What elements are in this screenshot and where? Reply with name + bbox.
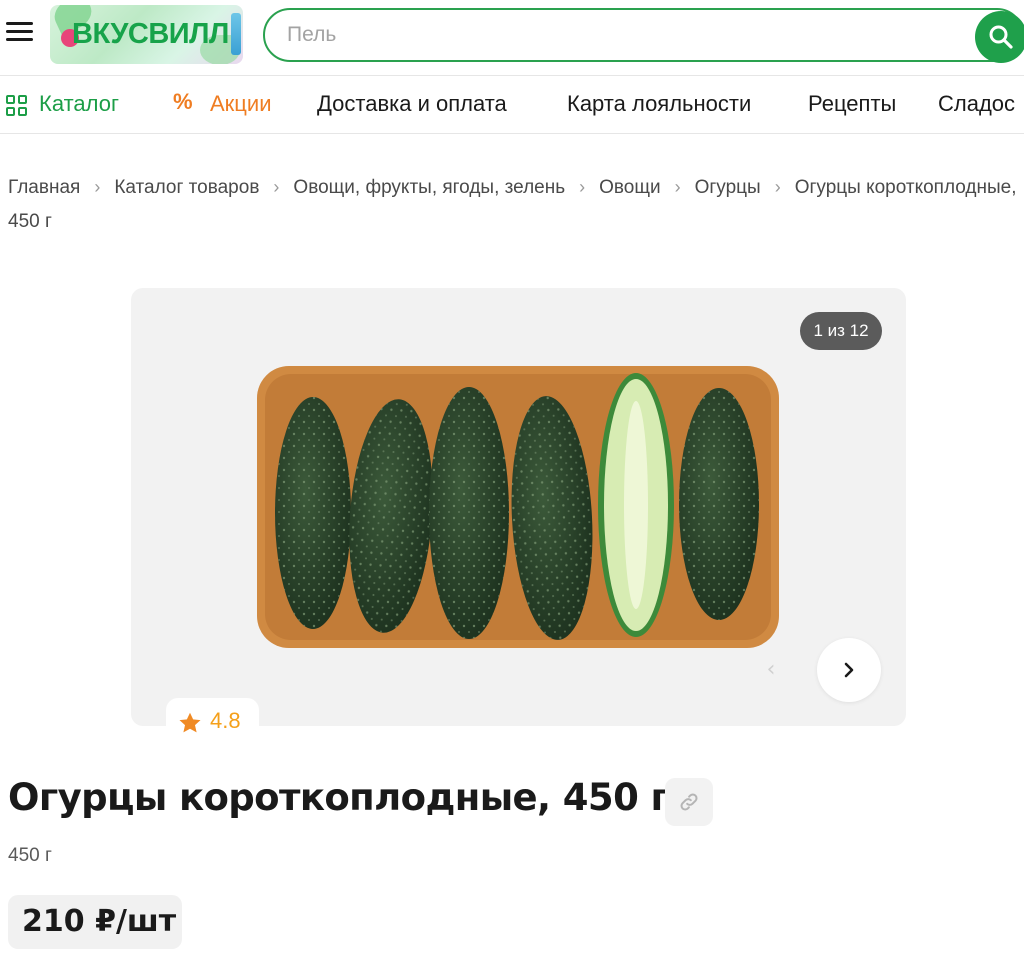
chevron-right-icon: › <box>273 177 280 197</box>
nav-divider <box>0 133 1024 134</box>
nav-catalog[interactable]: Каталог <box>39 91 119 117</box>
nav-loyalty-card[interactable]: Карта лояльности <box>567 91 751 117</box>
product-gallery: 1 из 12 ‹ <box>131 288 906 726</box>
header: ВКУСВИЛЛ <box>0 0 1024 76</box>
nav-delivery[interactable]: Доставка и оплата <box>317 91 507 117</box>
chevron-left-icon[interactable]: ‹ <box>751 650 791 690</box>
percent-icon: % <box>173 89 193 114</box>
cucumbers-tray-image <box>257 366 779 648</box>
breadcrumb-item[interactable]: Овощи <box>599 177 660 198</box>
next-image-button[interactable] <box>817 638 881 702</box>
chevron-right-icon: › <box>94 177 101 197</box>
chevron-right-icon <box>844 662 854 678</box>
image-counter: 1 из 12 <box>800 312 882 350</box>
logo[interactable]: ВКУСВИЛЛ <box>50 5 243 64</box>
breadcrumb-item[interactable]: Главная <box>8 177 80 198</box>
breadcrumb-item[interactable]: Овощи, фрукты, ягоды, зелень <box>293 177 565 198</box>
nav-sweets[interactable]: Сладос <box>938 91 1015 117</box>
search-icon <box>989 25 1013 49</box>
rating-value: 4.8 <box>210 708 241 733</box>
main-nav: Каталог % Акции Доставка и оплата Карта … <box>0 77 1024 133</box>
chevron-right-icon: › <box>674 177 681 197</box>
search-bar <box>263 8 1024 63</box>
breadcrumb-item[interactable]: Огурцы <box>695 177 761 198</box>
grid-icon <box>6 95 28 117</box>
search-input[interactable] <box>287 20 927 50</box>
product-price: 210 ₽/шт <box>8 895 182 949</box>
chevron-right-icon: › <box>579 177 586 197</box>
product-title: Огурцы короткоплодные, 450 г <box>8 776 670 819</box>
nav-recipes[interactable]: Рецепты <box>808 91 896 117</box>
breadcrumb-item[interactable]: Каталог товаров <box>114 177 259 198</box>
breadcrumb: Главная › Каталог товаров › Овощи, фрукты, я… <box>8 170 1018 239</box>
product-weight: 450 г <box>8 845 52 866</box>
rating-badge[interactable]: 4.8 <box>166 698 259 746</box>
hamburger-menu-icon[interactable] <box>6 22 36 46</box>
nav-promotions[interactable]: Акции <box>210 91 271 117</box>
header-divider <box>0 75 1024 76</box>
logo-text: ВКУСВИЛЛ <box>72 18 229 50</box>
link-icon <box>680 793 698 811</box>
star-icon <box>179 712 201 733</box>
search-button[interactable] <box>975 11 1024 63</box>
chevron-right-icon: › <box>774 177 781 197</box>
copy-link-button[interactable] <box>665 778 713 826</box>
